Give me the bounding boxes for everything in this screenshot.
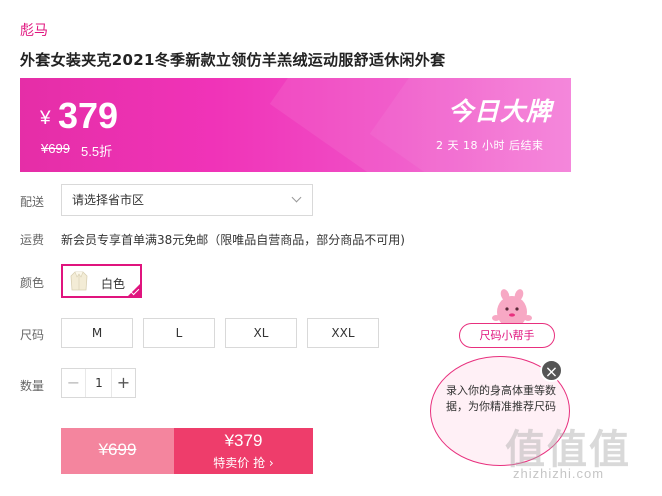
size-option-l[interactable]: L xyxy=(143,318,215,348)
buy-now-button[interactable]: ¥379 特卖价 抢 › xyxy=(174,428,313,474)
chevron-down-icon xyxy=(291,192,302,203)
size-helper-button[interactable]: 尺码小帮手 xyxy=(459,323,555,348)
color-option-white[interactable]: 白色 xyxy=(61,264,142,298)
quantity-value[interactable]: 1 xyxy=(86,369,112,397)
original-price-block[interactable]: ¥699 xyxy=(61,428,174,474)
size-label: 尺码 xyxy=(20,328,45,342)
close-icon[interactable]: × xyxy=(540,359,563,382)
buy-special-price: ¥379 xyxy=(224,431,263,450)
discount-rate: 5.5折 xyxy=(81,144,113,159)
delivery-label: 配送 xyxy=(20,195,45,209)
brand-name[interactable]: 彪马 xyxy=(20,20,48,40)
region-select[interactable]: 请选择省市区 xyxy=(61,184,313,216)
watermark-site: zhizhizhi.com xyxy=(513,466,605,481)
shipping-label: 运费 xyxy=(20,233,45,247)
today-brand-badge: 今日大牌 xyxy=(448,97,553,126)
product-title: 外套女装夹克2021冬季新款立领仿羊羔绒运动服舒适休闲外套 xyxy=(20,51,446,69)
jacket-thumbnail-icon xyxy=(70,271,88,291)
size-helper-tip: 录入你的身高体重等数据，为你精准推荐尺码 xyxy=(446,384,556,413)
original-price: ¥699 xyxy=(41,141,70,156)
quantity-stepper: − 1 + xyxy=(61,368,136,398)
buy-cta-label: 特卖价 抢 › xyxy=(213,456,274,470)
price-banner: ¥ 379 ¥699 5.5折 今日大牌 2 天 18 小时 后结束 xyxy=(20,78,571,172)
sale-price: 379 xyxy=(58,95,119,136)
increase-button[interactable]: + xyxy=(111,369,135,397)
countdown-timer: 2 天 18 小时 后结束 xyxy=(436,139,544,152)
color-label: 颜色 xyxy=(20,276,45,290)
region-select-placeholder: 请选择省市区 xyxy=(72,193,145,207)
buy-original-price: ¥699 xyxy=(98,440,137,459)
decrease-button[interactable]: − xyxy=(62,369,86,397)
currency-symbol: ¥ xyxy=(40,108,51,129)
size-option-xxl[interactable]: XXL xyxy=(307,318,379,348)
size-option-xl[interactable]: XL xyxy=(225,318,297,348)
color-option-label: 白色 xyxy=(101,277,126,291)
size-option-m[interactable]: M xyxy=(61,318,133,348)
shipping-info: 新会员专享首单满38元免邮（限唯品自营商品，部分商品不可用) xyxy=(61,233,405,247)
quantity-label: 数量 xyxy=(20,379,45,393)
